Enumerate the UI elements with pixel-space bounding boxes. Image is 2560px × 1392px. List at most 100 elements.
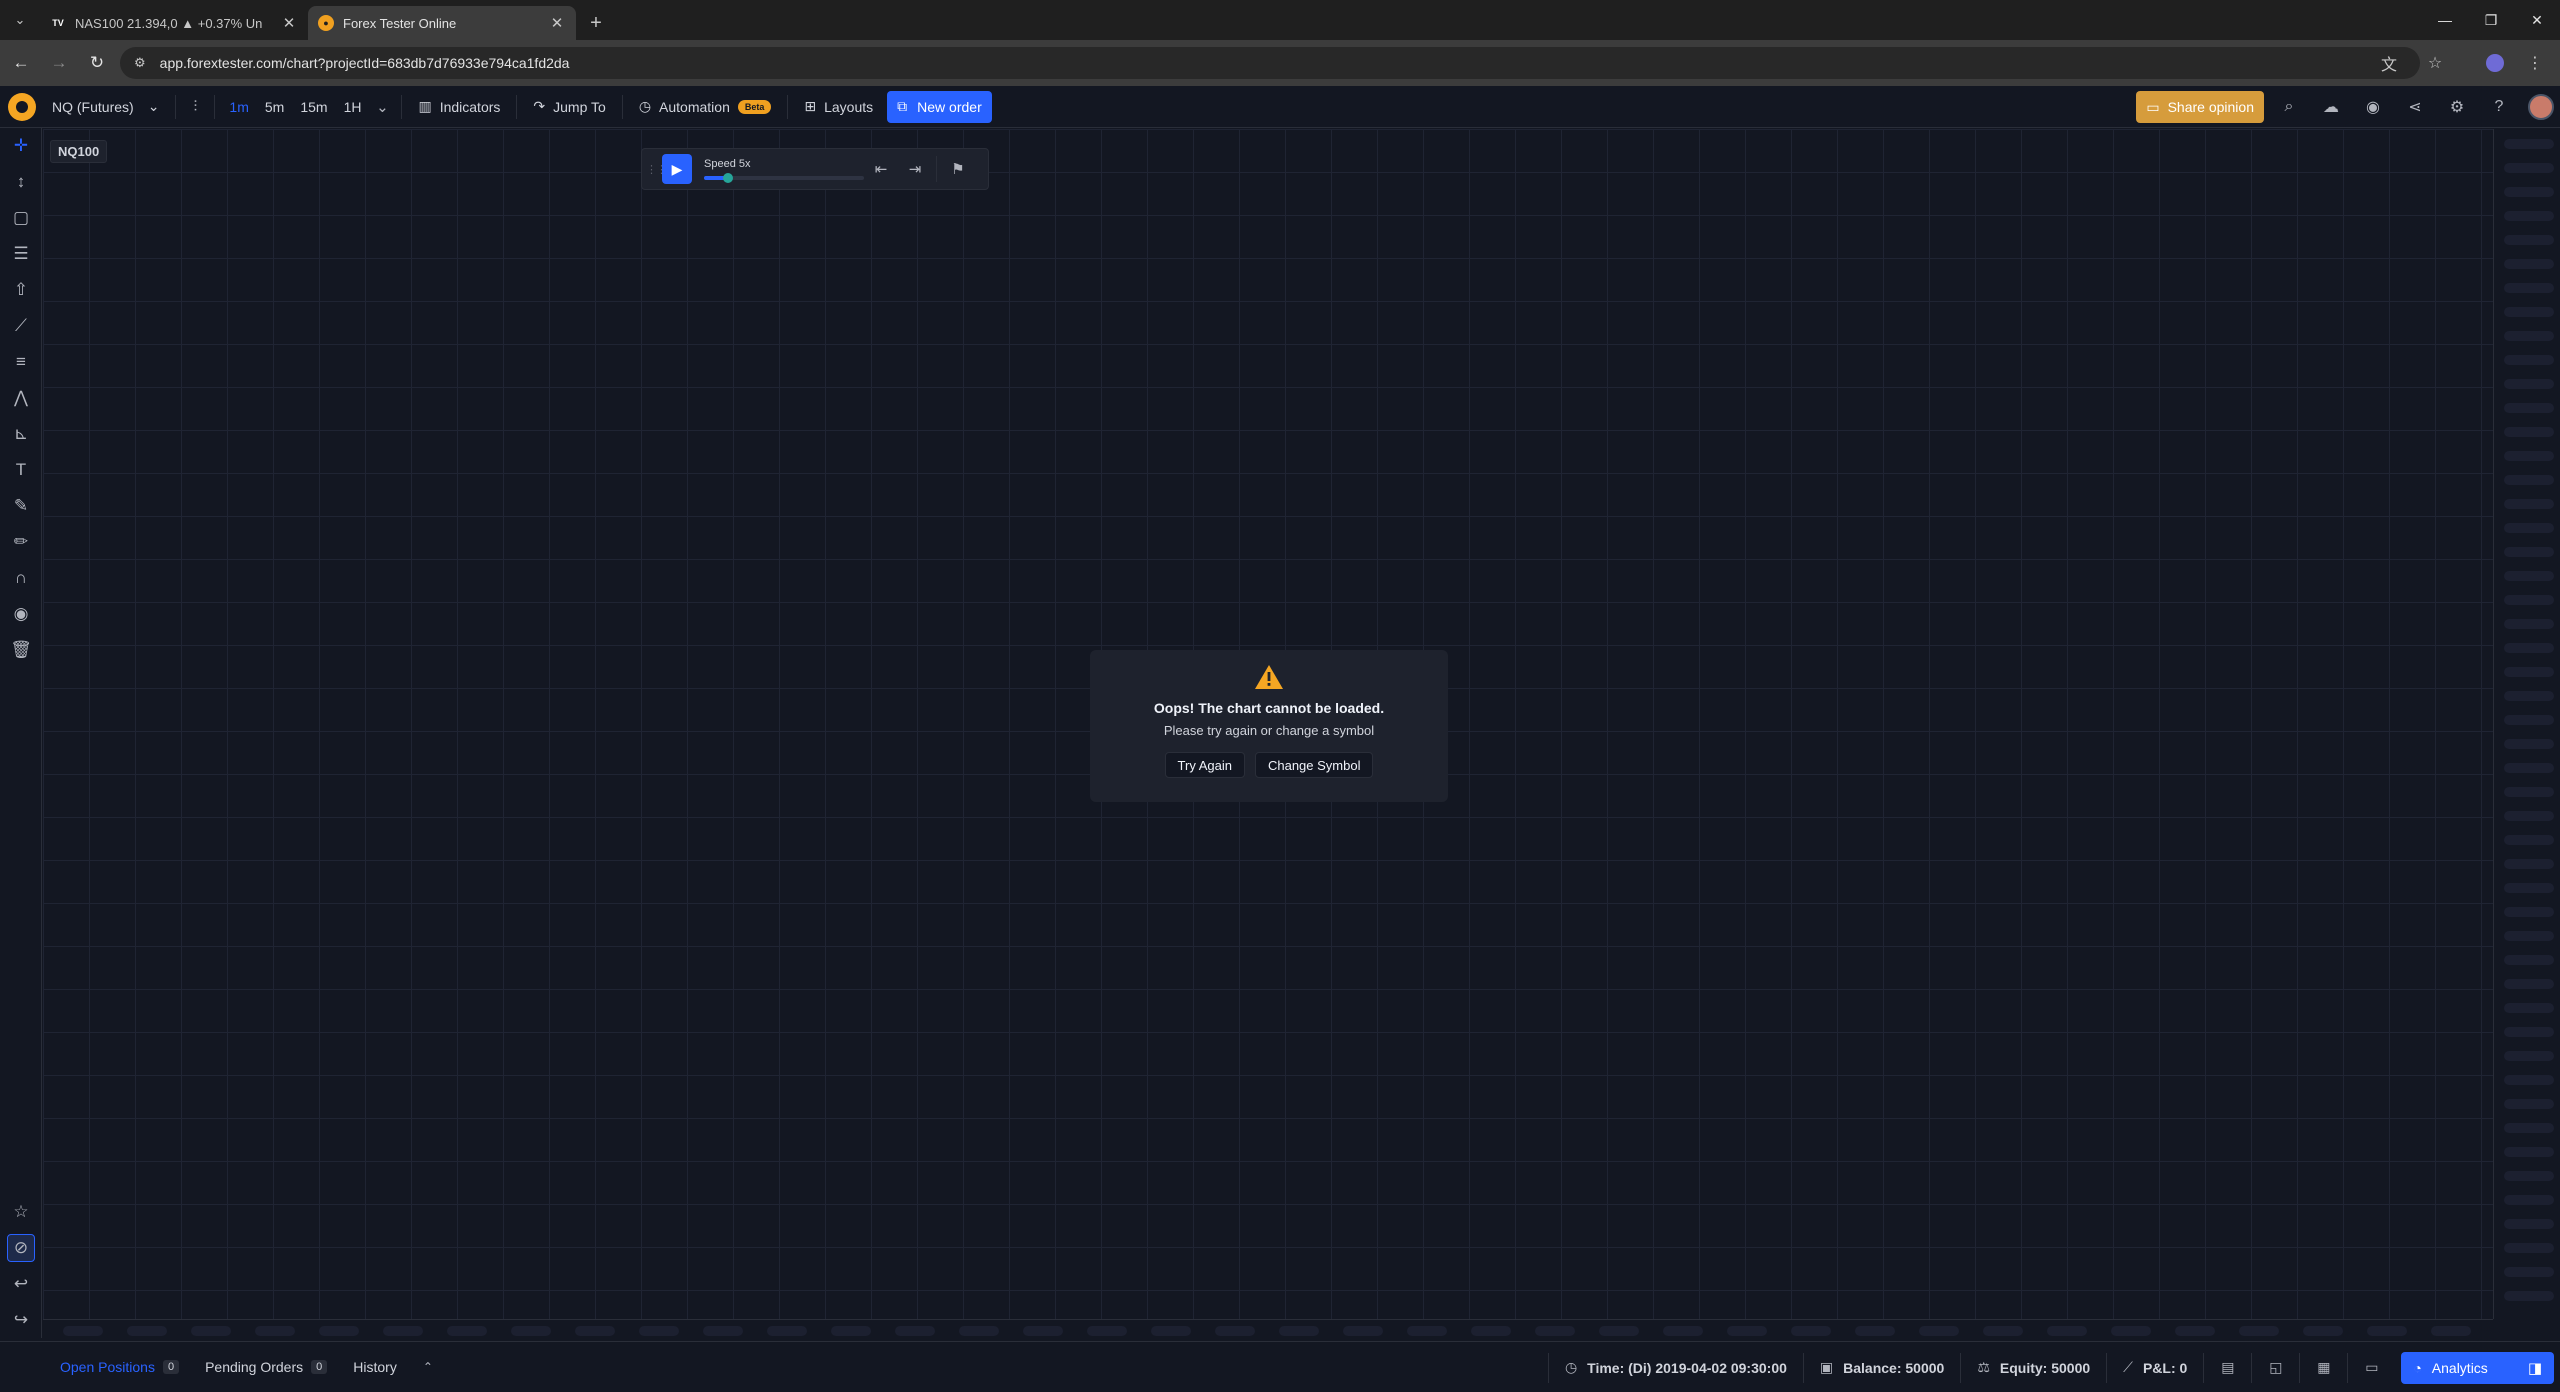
browser-tab-tradingview[interactable]: TV NAS100 21.394,0 ▲ +0.37% Un ✕: [40, 6, 308, 40]
forward-icon[interactable]: →: [42, 46, 76, 80]
time-label-placeholder: [2303, 1326, 2343, 1336]
settings-icon[interactable]: ⚙: [2440, 91, 2474, 123]
text-icon[interactable]: T: [0, 452, 42, 488]
close-tab-icon[interactable]: ✕: [280, 14, 298, 32]
eye-icon[interactable]: ◉: [0, 596, 42, 632]
browser-tab-forextester[interactable]: ● Forex Tester Online ✕: [308, 6, 576, 40]
account-stats: ◷ Time: (Di) 2019-04-02 09:30:00 ▣ Balan…: [1547, 1342, 2560, 1392]
chevron-up-icon[interactable]: ⌃: [423, 1360, 433, 1374]
automation-button[interactable]: ◷ Automation Beta: [629, 98, 782, 115]
crosshair-icon[interactable]: ✛: [0, 128, 42, 164]
close-tab-icon[interactable]: ✕: [548, 14, 566, 32]
drag-handle-icon[interactable]: ⋮⋮: [646, 163, 667, 176]
step-forward-icon[interactable]: ⇥: [898, 153, 932, 185]
pnl-value: P&L: 0: [2142, 1359, 2188, 1376]
vertical-line-icon[interactable]: ↕: [0, 164, 42, 200]
play-button[interactable]: ▶: [662, 154, 692, 184]
jump-to-label: Jump To: [553, 98, 606, 115]
change-symbol-button[interactable]: Change Symbol: [1254, 752, 1374, 778]
new-order-button[interactable]: ⧉ New order: [887, 90, 992, 123]
tab-title: NAS100 21.394,0 ▲ +0.37% Un: [75, 15, 263, 31]
parallel-channel-icon[interactable]: ≡: [0, 344, 42, 380]
pattern-icon[interactable]: ⋀: [0, 380, 42, 416]
search-icon[interactable]: ⌕: [2272, 91, 2306, 123]
flag-icon[interactable]: ⚑: [941, 153, 975, 185]
restore-icon[interactable]: ❐: [2468, 0, 2514, 40]
help-icon[interactable]: ?: [2482, 91, 2516, 123]
trash-icon[interactable]: 🗑: [0, 632, 42, 668]
favorites-star-icon[interactable]: ☆: [0, 1194, 42, 1230]
tab-open-positions[interactable]: Open Positions 0: [60, 1359, 180, 1375]
time-label-placeholder: [2431, 1326, 2471, 1336]
price-label-placeholder: [2504, 451, 2554, 461]
redo-icon[interactable]: ↪: [0, 1302, 42, 1338]
url-field[interactable]: ⚙ app.forextester.com/chart?projectId=68…: [120, 47, 2420, 79]
brush-icon[interactable]: ✎: [0, 488, 42, 524]
undo-icon[interactable]: ↩: [0, 1266, 42, 1302]
scale-icon: ⚖: [1977, 1359, 1990, 1375]
minimize-icon[interactable]: —: [2422, 0, 2468, 40]
speed-slider[interactable]: [704, 173, 864, 183]
symbol-selector[interactable]: NQ (Futures) ⌄: [48, 98, 169, 115]
divider: [175, 94, 177, 119]
tab-pending-orders[interactable]: Pending Orders 0: [205, 1359, 328, 1375]
speed-control: Speed 5x: [704, 158, 864, 183]
site-info-icon[interactable]: ⚙: [134, 55, 146, 71]
step-back-icon[interactable]: ⇤: [864, 153, 898, 185]
trend-lines-icon[interactable]: ⟋: [0, 308, 42, 344]
time-label-placeholder: [2239, 1326, 2279, 1336]
notes-icon[interactable]: ▤: [2203, 1352, 2251, 1383]
rectangle-icon[interactable]: ▢: [0, 200, 42, 236]
price-label-placeholder: [2504, 307, 2554, 317]
arrow-marker-icon[interactable]: ⇧: [0, 272, 42, 308]
try-again-button[interactable]: Try Again: [1164, 752, 1245, 778]
position-tool-icon[interactable]: ⊾: [0, 416, 42, 452]
back-icon[interactable]: ←: [4, 46, 38, 80]
browser-menu-icon[interactable]: ⋮: [2520, 48, 2550, 78]
timeframe-5m[interactable]: 5m: [257, 99, 292, 115]
price-scale[interactable]: [2493, 129, 2560, 1319]
analytics-label: Analytics: [2431, 1359, 2488, 1376]
indicators-icon: ▥: [418, 98, 432, 114]
price-label-placeholder: [2504, 1099, 2554, 1109]
analytics-button[interactable]: ◔ Analytics ◨: [2401, 1351, 2554, 1384]
chart-type-icon[interactable]: ⫶: [182, 94, 208, 120]
pencil-icon[interactable]: ✏: [0, 524, 42, 560]
magnet-icon[interactable]: ∩: [0, 560, 42, 596]
reload-icon[interactable]: ↻: [80, 46, 114, 80]
fibonacci-icon[interactable]: ☰: [0, 236, 42, 272]
chevron-down-icon[interactable]: ⌄: [369, 94, 395, 120]
speed-slider-handle[interactable]: [723, 173, 733, 183]
time-label-placeholder: [1023, 1326, 1063, 1336]
time-scale[interactable]: [43, 1319, 2493, 1341]
timeframe-1h[interactable]: 1H: [336, 99, 370, 115]
indicators-button[interactable]: ▥ Indicators: [408, 98, 510, 115]
calendar-icon[interactable]: ▦: [2299, 1352, 2347, 1383]
cloud-save-icon[interactable]: ☁: [2314, 91, 2348, 123]
url-text: app.forextester.com/chart?projectId=683d…: [159, 55, 570, 71]
new-tab-button[interactable]: +: [582, 9, 610, 37]
timeframe-1m[interactable]: 1m: [221, 99, 256, 115]
tab-search-button[interactable]: ⌄: [6, 6, 34, 34]
price-label-placeholder: [2504, 715, 2554, 725]
camera-icon[interactable]: ◉: [2356, 91, 2390, 123]
avatar[interactable]: [2528, 94, 2554, 120]
translate-icon[interactable]: 文: [2374, 48, 2404, 78]
close-window-icon[interactable]: ✕: [2514, 0, 2560, 40]
panel-toggle-icon[interactable]: ◨: [2528, 1359, 2542, 1377]
tab-history[interactable]: History: [353, 1359, 397, 1375]
time-display: ◷ Time: (Di) 2019-04-02 09:30:00: [1547, 1352, 1803, 1383]
jump-to-button[interactable]: ↷ Jump To: [523, 98, 615, 115]
timeframe-15m[interactable]: 15m: [292, 99, 335, 115]
share-opinion-button[interactable]: ▭ Share opinion: [2136, 91, 2264, 123]
forextester-logo[interactable]: [8, 92, 36, 121]
sync-link-button[interactable]: ⊘: [0, 1230, 42, 1266]
journal-icon[interactable]: ▭: [2347, 1352, 2395, 1383]
error-actions: Try Again Change Symbol: [1090, 752, 1448, 778]
bookmark-star-icon[interactable]: ☆: [2420, 48, 2450, 78]
share-icon[interactable]: ⋖: [2398, 91, 2432, 123]
layouts-button[interactable]: ⊞ Layouts: [794, 98, 883, 115]
extension-icon[interactable]: [2486, 54, 2504, 72]
price-label-placeholder: [2504, 571, 2554, 581]
news-icon[interactable]: ◱: [2251, 1352, 2299, 1383]
